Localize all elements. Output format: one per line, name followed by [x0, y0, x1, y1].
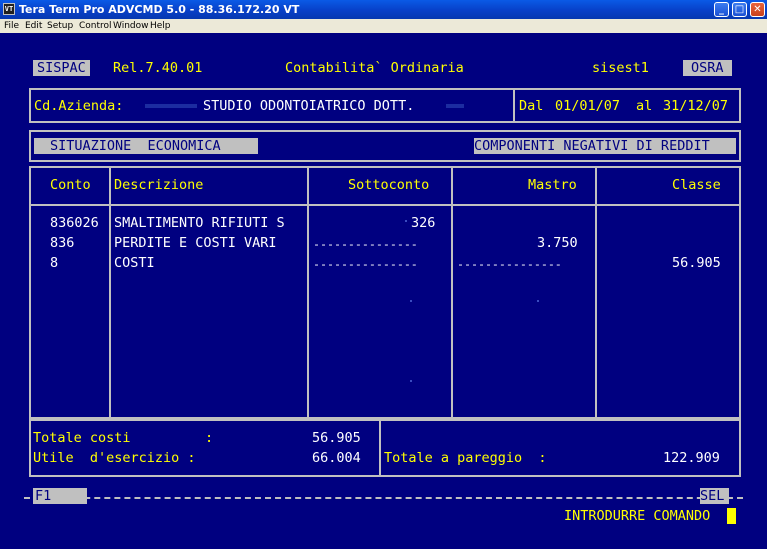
command-prompt: INTRODURRE COMANDO: [564, 508, 711, 524]
total-costs-value: 56.905: [312, 430, 361, 446]
row3-mastro-separator: ---------------: [457, 257, 562, 271]
totals-box: [29, 419, 741, 477]
close-button[interactable]: ✕: [750, 2, 765, 17]
totals-divider: [379, 419, 381, 477]
host-label: sisest1: [592, 60, 649, 76]
col-header-conto: Conto: [50, 177, 91, 193]
text-cursor[interactable]: [727, 508, 736, 524]
menu-help[interactable]: Help: [150, 21, 171, 31]
col-header-mastro: Mastro: [528, 177, 577, 193]
row2-sottoconto-separator: ---------------: [313, 237, 418, 251]
module-title: Contabilita` Ordinaria: [285, 60, 464, 76]
row1-sottoconto: 326: [411, 215, 436, 231]
screen-code: OSRA: [683, 60, 732, 76]
menu-window[interactable]: Window: [113, 21, 149, 31]
col-header-descrizione: Descrizione: [114, 177, 204, 193]
section-subtitle: COMPONENTI NEGATIVI DI REDDIT: [474, 138, 736, 154]
company-code-label: Cd.Azienda:: [34, 98, 124, 114]
system-label: SISPAC: [33, 60, 90, 76]
redacted-code: [145, 104, 197, 108]
table-header-divider: [29, 204, 741, 206]
section-title: SITUAZIONE ECONOMICA: [34, 138, 258, 154]
net-profit-label: Utile d'esercizio :: [33, 450, 196, 466]
period-to: 31/12/07: [663, 98, 729, 114]
redacted-name: [446, 104, 464, 108]
function-key-line: [24, 497, 743, 499]
row3-classe: 56.905: [672, 255, 721, 271]
speck: [405, 220, 407, 222]
speck: [410, 380, 412, 382]
period-to-label: al: [636, 98, 653, 114]
row1-conto: 836026: [50, 215, 99, 231]
menu-control[interactable]: Control: [79, 21, 112, 31]
period-from: 01/01/07: [555, 98, 621, 114]
window-title-bar[interactable]: VT Tera Term Pro ADVCMD 5.0 - 88.36.172.…: [0, 0, 767, 19]
maximize-button[interactable]: □: [732, 2, 747, 17]
minimize-button[interactable]: _: [714, 2, 729, 17]
teraterm-app-icon[interactable]: VT: [3, 3, 15, 15]
company-divider: [513, 88, 515, 123]
menu-setup[interactable]: Setup: [47, 21, 73, 31]
sel-key[interactable]: SEL: [700, 488, 729, 504]
balance-total-value: 122.909: [663, 450, 720, 466]
row2-conto: 836: [50, 235, 75, 251]
total-costs-sep: :: [205, 430, 214, 446]
terminal-screen[interactable]: SISPAC Rel.7.40.01 Contabilita` Ordinari…: [0, 33, 767, 549]
menu-file[interactable]: File: [4, 21, 19, 31]
col-divider-1: [109, 166, 111, 419]
col-divider-3: [451, 166, 453, 419]
col-divider-2: [307, 166, 309, 419]
speck: [410, 300, 412, 302]
speck: [537, 300, 539, 302]
row2-mastro: 3.750: [537, 235, 578, 251]
company-name: STUDIO ODONTOIATRICO DOTT.: [203, 98, 415, 114]
col-header-sottoconto: Sottoconto: [348, 177, 430, 193]
col-header-classe: Classe: [672, 177, 721, 193]
release-label: Rel.7.40.01: [113, 60, 203, 76]
window-title: Tera Term Pro ADVCMD 5.0 - 88.36.172.20 …: [19, 3, 300, 16]
row3-conto: 8: [50, 255, 59, 271]
period-from-label: Dal: [519, 98, 544, 114]
col-divider-4: [595, 166, 597, 419]
row1-descrizione: SMALTIMENTO RIFIUTI S: [114, 215, 285, 231]
row2-descrizione: PERDITE E COSTI VARI: [114, 235, 277, 251]
row3-descrizione: COSTI: [114, 255, 155, 271]
f1-key[interactable]: F1: [33, 488, 87, 504]
total-costs-label: Totale costi: [33, 430, 131, 446]
row3-sottoconto-separator: ---------------: [313, 257, 418, 271]
net-profit-value: 66.004: [312, 450, 361, 466]
balance-total-label: Totale a pareggio :: [384, 450, 547, 466]
menu-bar: File Edit Setup Control Window Help: [0, 19, 767, 33]
menu-edit[interactable]: Edit: [25, 21, 42, 31]
